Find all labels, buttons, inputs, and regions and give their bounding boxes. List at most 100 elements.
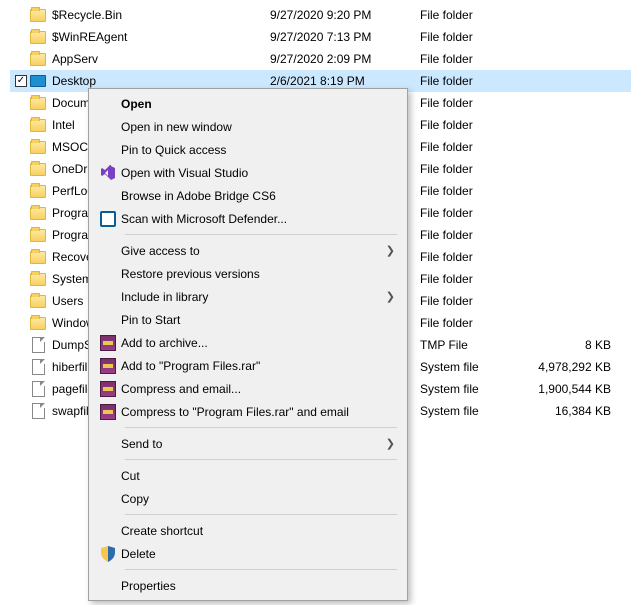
menu-item[interactable]: Properties — [91, 574, 405, 597]
file-date: 9/27/2020 9:20 PM — [270, 8, 420, 22]
row-icon — [28, 229, 48, 242]
menu-item[interactable]: Restore previous versions — [91, 262, 405, 285]
file-type: System file — [420, 404, 520, 418]
table-row[interactable]: $WinREAgent9/27/2020 7:13 PMFile folder — [10, 26, 631, 48]
menu-item-label: Add to "Program Files.rar" — [121, 359, 383, 373]
menu-item-label: Pin to Start — [121, 313, 383, 327]
menu-item-label: Pin to Quick access — [121, 143, 383, 157]
folder-icon — [30, 273, 46, 286]
folder-icon — [30, 295, 46, 308]
menu-item-label: Compress and email... — [121, 382, 383, 396]
menu-item[interactable]: Include in library❯ — [91, 285, 405, 308]
folder-icon — [30, 97, 46, 110]
menu-item[interactable]: Browse in Adobe Bridge CS6 — [91, 184, 405, 207]
menu-item[interactable]: Copy — [91, 487, 405, 510]
menu-item[interactable]: Delete — [91, 542, 405, 565]
file-type: File folder — [420, 250, 520, 264]
row-icon — [28, 207, 48, 220]
menu-item-label: Cut — [121, 469, 383, 483]
chevron-right-icon: ❯ — [383, 437, 395, 450]
desktop-icon — [30, 75, 46, 87]
menu-item-label: Delete — [121, 547, 383, 561]
file-icon — [32, 381, 45, 397]
folder-icon — [30, 163, 46, 176]
winrar-icon — [95, 381, 121, 397]
row-checkbox[interactable]: ✓ — [14, 75, 28, 87]
menu-separator — [125, 514, 397, 515]
menu-item[interactable]: Scan with Microsoft Defender... — [91, 207, 405, 230]
row-icon — [28, 75, 48, 87]
menu-item[interactable]: Create shortcut — [91, 519, 405, 542]
file-type: File folder — [420, 140, 520, 154]
menu-item[interactable]: Pin to Start — [91, 308, 405, 331]
row-icon — [28, 251, 48, 264]
menu-item-label: Copy — [121, 492, 383, 506]
folder-icon — [30, 141, 46, 154]
file-date: 2/6/2021 8:19 PM — [270, 74, 420, 88]
row-icon — [28, 403, 48, 419]
menu-item[interactable]: Give access to❯ — [91, 239, 405, 262]
file-type: TMP File — [420, 338, 520, 352]
file-type: System file — [420, 360, 520, 374]
row-icon — [28, 119, 48, 132]
file-icon — [32, 337, 45, 353]
row-icon — [28, 317, 48, 330]
folder-icon — [30, 53, 46, 66]
menu-item-label: Add to archive... — [121, 336, 383, 350]
menu-item-label: Open — [121, 97, 383, 111]
file-name: Desktop — [48, 74, 270, 88]
defender-icon — [95, 211, 121, 227]
menu-item[interactable]: Cut — [91, 464, 405, 487]
file-type: File folder — [420, 30, 520, 44]
row-icon — [28, 381, 48, 397]
row-icon — [28, 9, 48, 22]
menu-item[interactable]: Compress to "Program Files.rar" and emai… — [91, 400, 405, 423]
file-type: File folder — [420, 294, 520, 308]
row-icon — [28, 31, 48, 44]
menu-separator — [125, 569, 397, 570]
menu-item[interactable]: Pin to Quick access — [91, 138, 405, 161]
file-type: File folder — [420, 8, 520, 22]
file-type: File folder — [420, 52, 520, 66]
menu-item-label: Open with Visual Studio — [121, 166, 383, 180]
menu-item[interactable]: Open in new window — [91, 115, 405, 138]
menu-item-label: Compress to "Program Files.rar" and emai… — [121, 405, 383, 419]
file-type: File folder — [420, 184, 520, 198]
menu-item-label: Browse in Adobe Bridge CS6 — [121, 189, 383, 203]
file-size: 1,900,544 KB — [520, 382, 631, 396]
menu-item-label: Restore previous versions — [121, 267, 383, 281]
file-size: 16,384 KB — [520, 404, 631, 418]
visual-studio-icon — [95, 165, 121, 181]
chevron-right-icon: ❯ — [383, 290, 395, 303]
menu-item-label: Send to — [121, 437, 383, 451]
folder-icon — [30, 317, 46, 330]
menu-item[interactable]: Open with Visual Studio — [91, 161, 405, 184]
file-name: $Recycle.Bin — [48, 8, 270, 22]
menu-item[interactable]: Open — [91, 92, 405, 115]
folder-icon — [30, 185, 46, 198]
menu-item-label: Properties — [121, 579, 383, 593]
file-icon — [32, 403, 45, 419]
menu-item-label: Create shortcut — [121, 524, 383, 538]
row-icon — [28, 359, 48, 375]
menu-item[interactable]: Send to❯ — [91, 432, 405, 455]
file-size: 8 KB — [520, 338, 631, 352]
menu-item[interactable]: Compress and email... — [91, 377, 405, 400]
folder-icon — [30, 207, 46, 220]
menu-item[interactable]: Add to "Program Files.rar" — [91, 354, 405, 377]
file-type: File folder — [420, 96, 520, 110]
winrar-icon — [95, 358, 121, 374]
file-name: $WinREAgent — [48, 30, 270, 44]
file-type: File folder — [420, 118, 520, 132]
row-icon — [28, 97, 48, 110]
chevron-right-icon: ❯ — [383, 244, 395, 257]
menu-item[interactable]: Add to archive... — [91, 331, 405, 354]
file-type: System file — [420, 382, 520, 396]
menu-separator — [125, 459, 397, 460]
file-type: File folder — [420, 162, 520, 176]
winrar-icon — [95, 404, 121, 420]
folder-icon — [30, 119, 46, 132]
table-row[interactable]: AppServ9/27/2020 2:09 PMFile folder — [10, 48, 631, 70]
table-row[interactable]: $Recycle.Bin9/27/2020 9:20 PMFile folder — [10, 4, 631, 26]
menu-item-label: Include in library — [121, 290, 383, 304]
